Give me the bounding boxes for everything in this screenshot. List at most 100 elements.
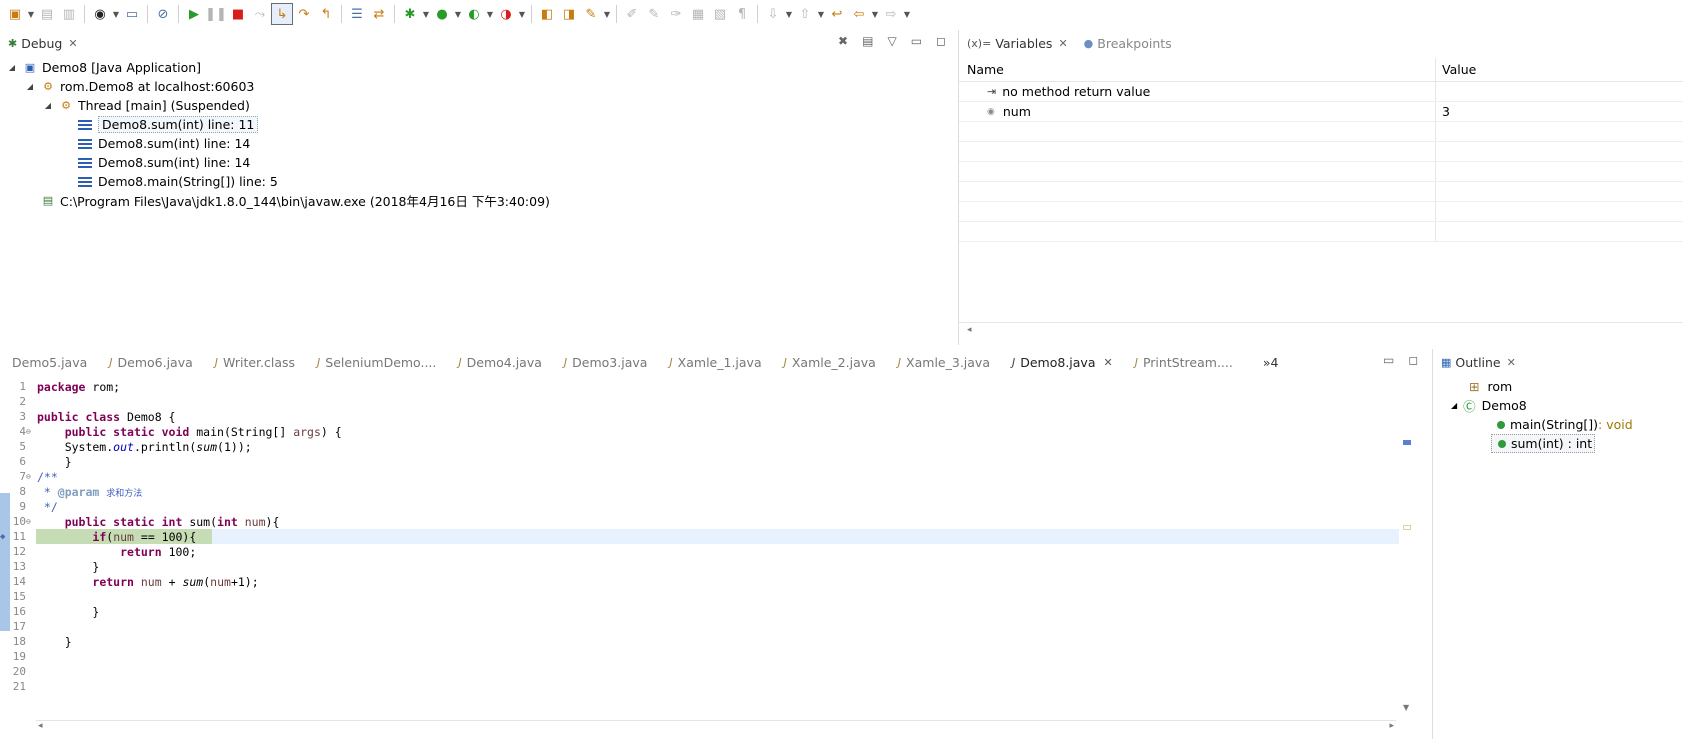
outline-item-method[interactable]: main(String[]) : void (1497, 415, 1633, 434)
stack-frame-row[interactable]: Demo8.sum(int) line: 11 (78, 115, 259, 134)
prev-annotation-icon[interactable]: ✎ (643, 3, 665, 25)
save-icon[interactable]: ▤ (36, 3, 58, 25)
step-return-icon[interactable]: ↰ (315, 3, 337, 25)
tab-editor[interactable]: J SeleniumDemo.... (305, 349, 446, 375)
expand-icon[interactable]: ◢ (6, 63, 18, 72)
next-annotation-icon[interactable]: ⇩ (762, 3, 784, 25)
tab-breakpoints[interactable]: ● Breakpoints (1076, 30, 1180, 56)
layout-icon[interactable]: ▤ (862, 34, 873, 48)
close-icon[interactable]: ✕ (1058, 37, 1067, 50)
close-icon[interactable]: ✕ (1104, 356, 1113, 369)
outline-item-package[interactable]: ⊞ rom (1469, 377, 1512, 396)
skip-breakpoints-icon[interactable]: ⊘ (152, 3, 174, 25)
expand-icon[interactable]: ◢ (24, 82, 36, 91)
horizontal-scrollbar[interactable]: ◂ ▸ (36, 720, 1396, 732)
remove-terminated-icon[interactable]: ✖ (838, 34, 848, 48)
expand-icon[interactable]: ◢ (42, 101, 54, 110)
table-row[interactable]: ◉ num 3 (959, 102, 1683, 122)
scroll-down-icon[interactable]: ▼ (1403, 703, 1409, 712)
resume-icon[interactable]: ▶ (183, 3, 205, 25)
tree-item-thread[interactable]: ◢ ⚙ Thread [main] (Suspended) (42, 96, 250, 115)
tab-editor[interactable]: J Demo6.java (97, 349, 203, 375)
external-tools-icon[interactable]: ◑ (495, 3, 517, 25)
tree-item-process[interactable]: ▤ C:\Program Files\Java\jdk1.8.0_144\bin… (40, 191, 550, 210)
fold-icon[interactable]: ⊖ (26, 517, 31, 526)
editor-body[interactable]: 1 package rom; 2 3 public class Demo8 { 4 ⊖… (0, 377, 1412, 732)
debug-icon[interactable]: ✱ (399, 3, 421, 25)
vertical-scrollbar[interactable]: ▼ (1402, 385, 1412, 715)
show-whitespace-icon[interactable]: ¶ (731, 3, 753, 25)
stack-frame-row[interactable]: Demo8.sum(int) line: 14 (78, 153, 250, 172)
tree-item-launch[interactable]: ◢ ▣ Demo8 [Java Application] (6, 58, 201, 77)
chevron-down-icon[interactable]: ▼ (485, 10, 495, 19)
next-annotation-icon[interactable]: ✑ (665, 3, 687, 25)
step-over-icon[interactable]: ↷ (293, 3, 315, 25)
tab-editor[interactable]: J Demo3.java (552, 349, 658, 375)
save-all-icon[interactable]: ▥ (58, 3, 80, 25)
tab-outline[interactable]: ▦ Outline ✕ (1433, 349, 1524, 375)
search-icon[interactable]: ✎ (580, 3, 602, 25)
suspend-icon[interactable]: ❚❚ (205, 3, 227, 25)
stack-frame-row[interactable]: Demo8.sum(int) line: 14 (78, 134, 250, 153)
last-edit-location-icon[interactable]: ↩ (826, 3, 848, 25)
chevron-down-icon[interactable]: ▼ (26, 10, 36, 19)
chevron-down-icon[interactable]: ▼ (421, 10, 431, 19)
coverage-icon[interactable]: ◐ (463, 3, 485, 25)
stack-frame-row[interactable]: Demo8.main(String[]) line: 5 (78, 172, 278, 191)
tab-editor[interactable]: J Xamle_2.java (772, 349, 886, 375)
open-type-icon[interactable]: ◨ (558, 3, 580, 25)
console-icon[interactable]: ▭ (121, 3, 143, 25)
maximize-icon[interactable]: ◻ (936, 34, 946, 48)
back-icon[interactable]: ⇦ (848, 3, 870, 25)
tab-editor[interactable]: J Writer.class (203, 349, 305, 375)
chevron-down-icon[interactable]: ▼ (602, 10, 612, 19)
terminate-icon[interactable]: ■ (227, 3, 249, 25)
prev-annotation-icon[interactable]: ⇧ (794, 3, 816, 25)
tab-editor[interactable]: J Xamle_3.java (886, 349, 1000, 375)
column-header-value[interactable]: Value (1436, 58, 1683, 81)
chevron-down-icon[interactable]: ▼ (902, 10, 912, 19)
tab-editor[interactable]: J PrintStream.... (1123, 349, 1243, 375)
scroll-left-icon[interactable]: ◂ (38, 721, 43, 731)
step-into-icon[interactable]: ↳ (271, 3, 293, 25)
drop-to-frame-icon[interactable]: ☰ (346, 3, 368, 25)
run-icon[interactable]: ● (431, 3, 453, 25)
close-icon[interactable]: ✕ (68, 37, 77, 50)
minimize-icon[interactable]: ▭ (1383, 353, 1394, 367)
tab-editor[interactable]: Demo5.java (0, 349, 97, 375)
last-edit-icon[interactable]: ▦ (687, 3, 709, 25)
tree-item-target[interactable]: ◢ ⚙ rom.Demo8 at localhost:60603 (24, 77, 254, 96)
chevron-down-icon[interactable]: ▼ (816, 10, 826, 19)
column-header-name[interactable]: Name (959, 58, 1436, 81)
outline-item-method-selected[interactable]: sum(int) : int (1491, 434, 1596, 453)
use-step-filters-icon[interactable]: ⇄ (368, 3, 390, 25)
horizontal-scrollbar[interactable]: ◂ (959, 322, 1683, 336)
forward-icon[interactable]: ⇨ (880, 3, 902, 25)
fold-icon[interactable]: ⊖ (26, 427, 31, 436)
fold-icon[interactable]: ⊖ (26, 472, 31, 481)
minimize-icon[interactable]: ▭ (911, 34, 922, 48)
chevron-down-icon[interactable]: ▼ (784, 10, 794, 19)
new-icon[interactable]: ▣ (4, 3, 26, 25)
table-row[interactable]: ⇥ no method return value (959, 82, 1683, 102)
chevron-down-icon[interactable]: ▼ (870, 10, 880, 19)
disconnect-icon[interactable]: ⤳ (249, 3, 271, 25)
tab-editor-active[interactable]: J Demo8.java ✕ (999, 349, 1123, 375)
chevron-down-icon[interactable]: ▼ (453, 10, 463, 19)
tab-debug[interactable]: ✱ Debug ✕ (0, 30, 86, 56)
outline-item-class[interactable]: ◢ Ⓒ Demo8 (1451, 396, 1527, 415)
toggle-mark-icon[interactable]: ✐ (621, 3, 643, 25)
profile-icon[interactable]: ◉ (89, 3, 111, 25)
maximize-icon[interactable]: ◻ (1408, 353, 1418, 367)
chevron-down-icon[interactable]: ▼ (111, 10, 121, 19)
tab-editor[interactable]: J Xamle_1.java (657, 349, 771, 375)
tab-overflow[interactable]: »4 (1243, 349, 1289, 375)
tab-variables[interactable]: (x)= Variables ✕ (959, 30, 1076, 56)
close-icon[interactable]: ✕ (1507, 356, 1516, 369)
tab-editor[interactable]: J Demo4.java (446, 349, 552, 375)
expand-icon[interactable]: ◢ (1451, 401, 1457, 410)
view-menu-icon[interactable]: ▽ (887, 34, 896, 48)
chevron-down-icon[interactable]: ▼ (517, 10, 527, 19)
new-java-project-icon[interactable]: ◧ (536, 3, 558, 25)
block-selection-icon[interactable]: ▧ (709, 3, 731, 25)
